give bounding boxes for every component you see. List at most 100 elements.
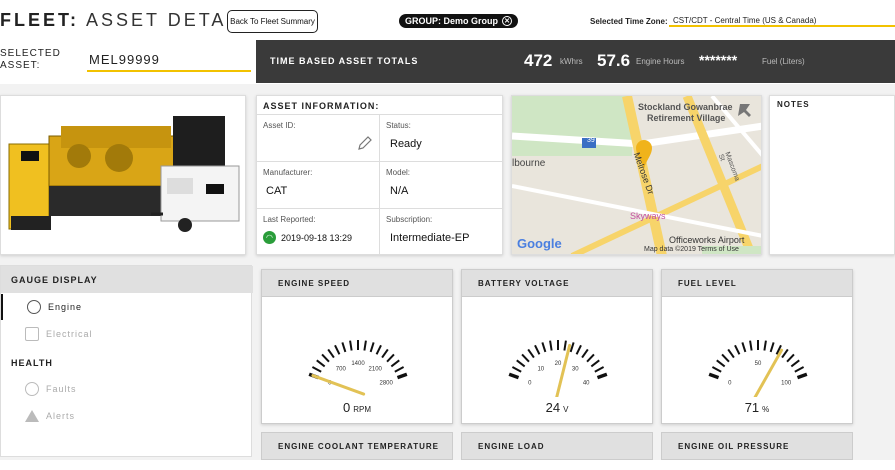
gauge-tick: [341, 342, 347, 353]
map-attribution[interactable]: Map data ©2019 Terms of Use: [644, 246, 739, 253]
gauge-tick: [508, 372, 520, 380]
selected-asset-label-line2: ASSET:: [0, 60, 41, 71]
gauge-tick: [581, 348, 589, 359]
gauge-tick-label: 40: [583, 381, 590, 387]
gauge-needle: [555, 343, 572, 397]
health-section-title: HEALTH: [11, 358, 53, 368]
selected-asset-input[interactable]: MEL99999: [87, 52, 251, 72]
gauge-reading: 0 RPM: [262, 400, 452, 415]
gauge-tick-label: 20: [555, 361, 562, 367]
gauge-tick: [369, 342, 375, 353]
last-reported-cell: Last Reported: ◠ 2019-09-18 13:29: [257, 208, 380, 255]
warning-triangle-icon: [25, 410, 39, 422]
sidebar-item-electrical-label: Electrical: [46, 329, 93, 339]
back-to-fleet-summary-button[interactable]: Back To Fleet Summary: [227, 10, 318, 33]
gauge-needle: [753, 348, 784, 397]
gauge-tick-label: 2800: [380, 381, 394, 387]
gauge-tick-label: 1400: [351, 361, 365, 367]
status-value: Ready: [390, 138, 422, 150]
gauge-tick: [790, 359, 800, 368]
gauge-tick: [527, 348, 535, 359]
gauge-tick: [334, 344, 341, 355]
engine-hours-unit: Engine Hours: [636, 57, 685, 66]
gauge-tick: [575, 344, 582, 355]
gauge-tick-label: 0: [728, 381, 732, 387]
selected-asset-label: SELECTED ASSET:: [0, 48, 61, 72]
gauge-tick: [563, 340, 567, 351]
gauge-tick: [794, 366, 805, 373]
engine-coolant-temperature-card: ENGINE COOLANT TEMPERATURE: [261, 432, 453, 460]
gauge-unit: %: [762, 405, 770, 414]
gauge-tick: [741, 342, 747, 353]
gauge-card: ENGINE SPEED 0 700 1400 2100 2800 0 RPM: [261, 269, 453, 424]
gauge-display-header: GAUGE DISPLAY: [1, 266, 253, 293]
gauge-tick: [390, 359, 400, 368]
gauge-tick: [521, 353, 530, 363]
kwhrs-value: 472: [524, 51, 553, 70]
gauge-tick: [386, 353, 395, 363]
notes-card[interactable]: NOTES: [769, 95, 895, 255]
status-label: Status:: [386, 121, 411, 130]
manufacturer-label: Manufacturer:: [263, 168, 313, 177]
subscription-label: Subscription:: [386, 215, 433, 224]
gauge-dial: 0 10 20 30 40: [508, 340, 608, 397]
sidebar-item-engine-label: Engine: [48, 302, 83, 312]
gauge-tick: [763, 340, 767, 351]
gauge-tick: [511, 366, 522, 373]
time-based-totals-bar: TIME BASED ASSET TOTALS 472 kWhrs 57.6 E…: [256, 40, 895, 83]
asset-image-card: [0, 95, 246, 255]
gauge-tick: [311, 366, 322, 373]
gauge-tick: [534, 344, 541, 355]
engine-load-card: ENGINE LOAD: [461, 432, 653, 460]
gauge-sidebar: GAUGE DISPLAY Engine Electrical HEALTH F…: [0, 265, 253, 457]
gauge-reading: 24 V: [462, 400, 652, 415]
gauge-title: FUEL LEVEL: [662, 270, 852, 297]
map-label-5: Skyways: [630, 211, 666, 221]
gauge-tick: [708, 372, 720, 380]
map-label-4: lbourne: [512, 158, 546, 169]
gauge-reading: 71%: [662, 400, 852, 415]
close-icon[interactable]: ✕: [502, 16, 513, 26]
gauge-title: ENGINE SPEED: [262, 270, 452, 297]
page-title: FLEET: ASSET DETAIL: [0, 10, 247, 31]
generator-image: [8, 116, 240, 232]
asset-id-cell: Asset ID:: [257, 114, 380, 161]
gauge-tick-label: 2100: [369, 366, 383, 372]
gauge-tick: [596, 372, 608, 380]
gauge-value: 71: [744, 400, 760, 415]
engine-hours-value: 57.6: [597, 51, 631, 70]
gauge-needle: [311, 374, 366, 396]
gauge-tick: [516, 359, 526, 368]
gauge-tick: [786, 353, 795, 363]
timezone-select[interactable]: CST/CDT - Central Time (US & Canada): [669, 13, 895, 27]
sidebar-item-alerts-label: Alerts: [46, 411, 76, 421]
group-filter-label: GROUP: Demo Group: [405, 16, 499, 26]
gauge-tick: [321, 353, 330, 363]
gauge-tick: [394, 366, 405, 373]
location-map[interactable]: Stockland Gowanbrae Retirement Village M…: [511, 95, 762, 255]
top-bar: FLEET: ASSET DETAIL Back To Fleet Summar…: [0, 0, 895, 40]
page-title-main: ASSET DETAIL: [86, 10, 248, 30]
manufacturer-cell: Manufacturer: CAT: [257, 161, 380, 208]
subscription-cell: Subscription: Intermediate-EP: [380, 208, 503, 255]
gauge-dial: 0 50 100: [708, 340, 808, 397]
group-filter-chip[interactable]: GROUP: Demo Group ✕: [399, 14, 519, 28]
gauge-tick: [363, 340, 367, 351]
engine-oil-pressure-card: ENGINE OIL PRESSURE: [661, 432, 853, 460]
sidebar-item-faults-label: Faults: [46, 384, 77, 394]
sidebar-item-alerts[interactable]: Alerts: [1, 403, 253, 429]
sidebar-item-faults[interactable]: Faults: [1, 376, 253, 402]
google-logo: Google: [517, 236, 562, 251]
gauge-tick-label: 700: [336, 366, 347, 372]
gauge-tick: [541, 342, 547, 353]
last-reported-value: 2019-09-18 13:29: [281, 233, 353, 243]
totals-label: TIME BASED ASSET TOTALS: [270, 56, 419, 66]
status-cell: Status: Ready: [380, 114, 503, 161]
pencil-icon[interactable]: [357, 135, 373, 151]
page-title-prefix: FLEET:: [0, 10, 79, 30]
wifi-icon: ◠: [263, 231, 276, 244]
gauge-tick: [721, 353, 730, 363]
sidebar-item-electrical[interactable]: Electrical: [1, 321, 253, 347]
sidebar-item-engine[interactable]: Engine: [1, 294, 253, 320]
gauge-tick: [349, 340, 353, 351]
